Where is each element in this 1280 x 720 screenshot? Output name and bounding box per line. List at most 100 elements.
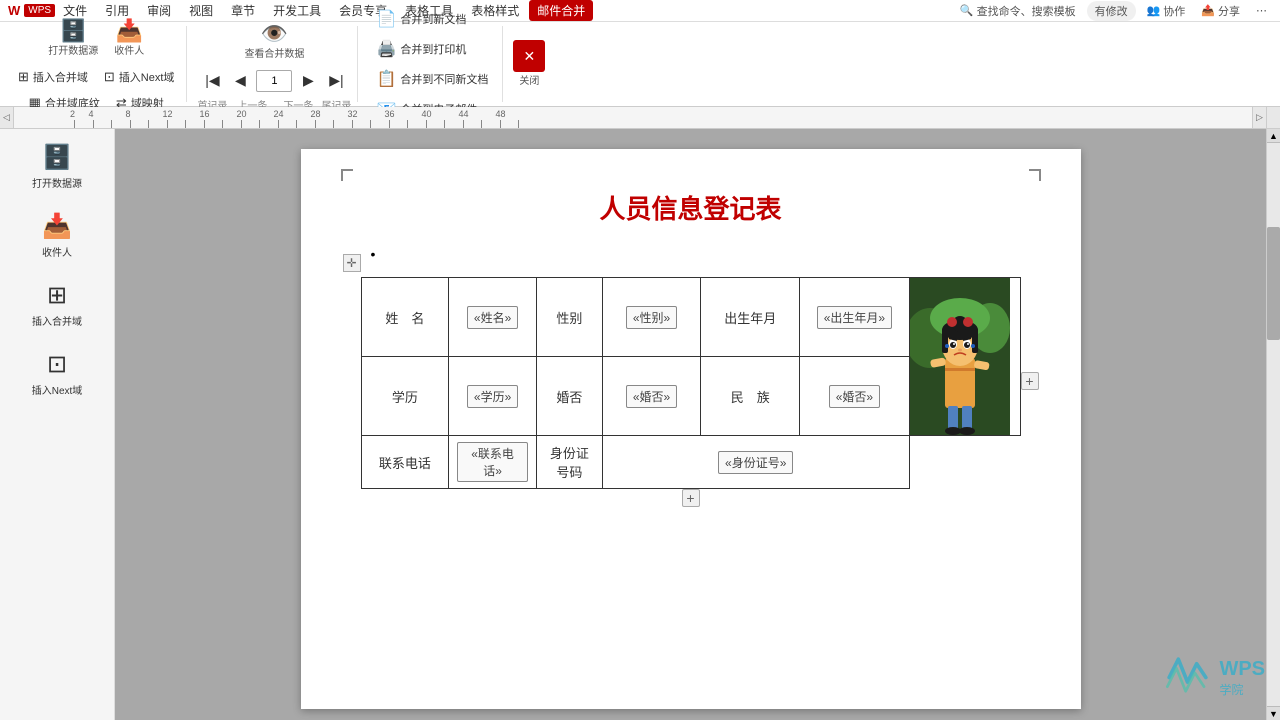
recipients-btn[interactable]: 📥 收件人 [108,14,150,62]
left-next-icon: ⊡ [47,350,67,379]
wps-logo-watermark [1160,650,1215,705]
collab-btn[interactable]: 👥 协作 [1142,1,1191,21]
cell-name-label: 姓 名 [361,278,449,357]
insert-next-icon: ⊡ [104,69,115,85]
open-datasource-label: 打开数据源 [48,46,98,58]
scroll-down-btn[interactable]: ▼ [1267,706,1280,720]
left-insert-icon: ⊞ [47,281,67,310]
table-add-row-btn[interactable]: + [682,489,700,507]
table-wrapper: ✛ 姓 名 «姓名» 性别 «性别» 出生年月 «出生年月» [361,272,1021,489]
table-add-col-btn[interactable]: + [1021,372,1039,390]
search-icon: 🔍 [960,4,974,17]
share-icon: 📤 [1201,4,1215,17]
open-datasource-btn[interactable]: 🗄️ 打开数据源 [42,14,104,62]
merge-diff-label: 合并到不同新文档 [400,71,488,87]
title-bar: W WPS 文件 引用 审阅 视图 章节 开发工具 会员专享 表格工具 表格样式… [0,0,1280,22]
cell-edu-field: «学历» [449,357,537,436]
first-record-btn[interactable]: |◀ [200,69,224,93]
wps-logo: W [8,3,20,18]
left-recipients-btn[interactable]: 📥 收件人 [4,206,110,265]
table-move-handle[interactable]: ✛ [343,254,361,272]
cell-name-field: «姓名» [449,278,537,357]
preview-row1: 👁️ 查看合并数据 [238,17,310,65]
cell-married-field: «婚否» [602,357,701,436]
left-insert-field-btn[interactable]: ⊞ 插入合并域 [4,275,110,334]
ruler-right-arrow[interactable]: ▷ [1252,107,1266,128]
wps-text: WPS [1219,658,1265,681]
merge-print-label: 合并到打印机 [400,41,466,57]
cell-phone-label: 联系电话 [361,436,449,489]
corner-tr [1029,169,1041,181]
menu-view[interactable]: 视图 [181,0,221,21]
left-datasource-btn[interactable]: 🗄️ 打开数据源 [4,137,110,196]
watermark: WPS 学院 [1160,650,1265,705]
scroll-track[interactable] [1267,143,1280,706]
scroll-thumb[interactable] [1267,227,1280,340]
wps-sub: 学院 [1219,681,1265,698]
merge-new-doc-btn[interactable]: 📄 合并到新文档 [368,6,496,32]
cell-birth-field: «出生年月» [800,278,910,357]
prev-record-btn[interactable]: ◀ [228,69,252,93]
doc-bullet: • [361,246,1021,262]
left-next-label: 插入Next域 [32,382,83,397]
datasource-section: 🗄️ 打开数据源 📥 收件人 ⊞ 插入合并域 ⊡ 插入Next域 ▦ 合并域底纹 [6,26,187,102]
cell-birth-label: 出生年月 [701,278,800,357]
share-btn[interactable]: 📤 分享 [1196,1,1245,21]
left-insert-next-btn[interactable]: ⊡ 插入Next域 [4,344,110,403]
toolbar: 🗄️ 打开数据源 📥 收件人 ⊞ 插入合并域 ⊡ 插入Next域 ▦ 合并域底纹 [0,22,1280,107]
more-icon: ⋯ [1256,4,1267,17]
close-btn[interactable]: ✕ [513,40,545,72]
print-icon: 🖨️ [376,39,396,59]
collab-text: 协作 [1163,3,1185,19]
new-doc-icon: 📄 [376,9,396,29]
left-insert-label: 插入合并域 [32,313,82,328]
menu-mailmerge[interactable]: 邮件合并 [529,0,593,21]
photo-placeholder [910,278,1010,435]
view-data-label: 查看合并数据 [244,49,304,61]
table-row-3: 联系电话 «联系电话» 身份证号码 «身份证号» [361,436,1020,489]
ruler-left-arrow[interactable]: ◁ [0,107,14,128]
merge-dest-section: 📄 合并到新文档 🖨️ 合并到打印机 📋 合并到不同新文档 📧 合并到电子邮件 [362,26,503,102]
ruler-scroll-corner [1266,107,1280,128]
doc-page: 人员信息登记表 • ✛ 姓 名 «姓名» 性别 «性别» 出生年月 «出生年月» [301,149,1081,709]
right-scrollbar[interactable]: ▲ ▼ [1266,129,1280,720]
doc-area[interactable]: 人员信息登记表 • ✛ 姓 名 «姓名» 性别 «性别» 出生年月 «出生年月» [115,129,1266,720]
more-btn[interactable]: ⋯ [1251,2,1272,19]
next-record-btn[interactable]: ▶ [296,69,320,93]
preview-section: 👁️ 查看合并数据 |◀ ◀ ▶ ▶| 首记录 上一条 下一条 尾记录 [191,26,358,102]
insert-next-btn[interactable]: ⊡ 插入Next域 [98,66,181,88]
left-datasource-icon: 🗄️ [42,143,72,172]
insert-merge-field-btn[interactable]: ⊞ 插入合并域 [12,66,94,88]
merge-new-doc-label: 合并到新文档 [400,11,466,27]
insert-field-icon: ⊞ [18,69,29,85]
merge-print-btn[interactable]: 🖨️ 合并到打印机 [368,36,496,62]
search-btn[interactable]: 🔍 查找命令、搜索模板 [955,1,1081,21]
view-merge-data-btn[interactable]: 👁️ 查看合并数据 [238,17,310,65]
left-panel: 🗄️ 打开数据源 📥 收件人 ⊞ 插入合并域 ⊡ 插入Next域 [0,129,115,720]
cell-gender-field: «性别» [602,278,701,357]
cell-phone-field: «联系电话» [449,436,537,489]
info-table: 姓 名 «姓名» 性别 «性别» 出生年月 «出生年月» [361,277,1021,489]
search-text: 查找命令、搜索模板 [977,3,1076,19]
modify-status[interactable]: 有修改 [1087,1,1136,21]
cell-gender-label: 性别 [536,278,602,357]
page-input[interactable] [256,70,292,92]
cell-ethnicity-field: «婚否» [800,357,910,436]
character-svg [910,278,1010,435]
left-datasource-label: 打开数据源 [32,175,82,190]
nav-row: |◀ ◀ ▶ ▶| [200,69,348,93]
database-icon: 🗄️ [60,18,87,44]
modify-text: 有修改 [1095,3,1128,19]
photo-cell [909,278,1020,436]
collab-icon: 👥 [1147,4,1161,17]
cell-id-label: 身份证号码 [536,436,602,489]
top-right-area: 🔍 查找命令、搜索模板 有修改 👥 协作 📤 分享 ⋯ [955,1,1272,21]
insert-next-label: 插入Next域 [119,69,175,85]
recipients-label: 收件人 [114,46,144,58]
merge-diff-doc-btn[interactable]: 📋 合并到不同新文档 [368,66,496,92]
share-text: 分享 [1218,3,1240,19]
cell-id-field: «身份证号» [602,436,909,489]
last-record-btn[interactable]: ▶| [324,69,348,93]
scroll-up-btn[interactable]: ▲ [1267,129,1280,143]
left-recipients-icon: 📥 [42,212,72,241]
